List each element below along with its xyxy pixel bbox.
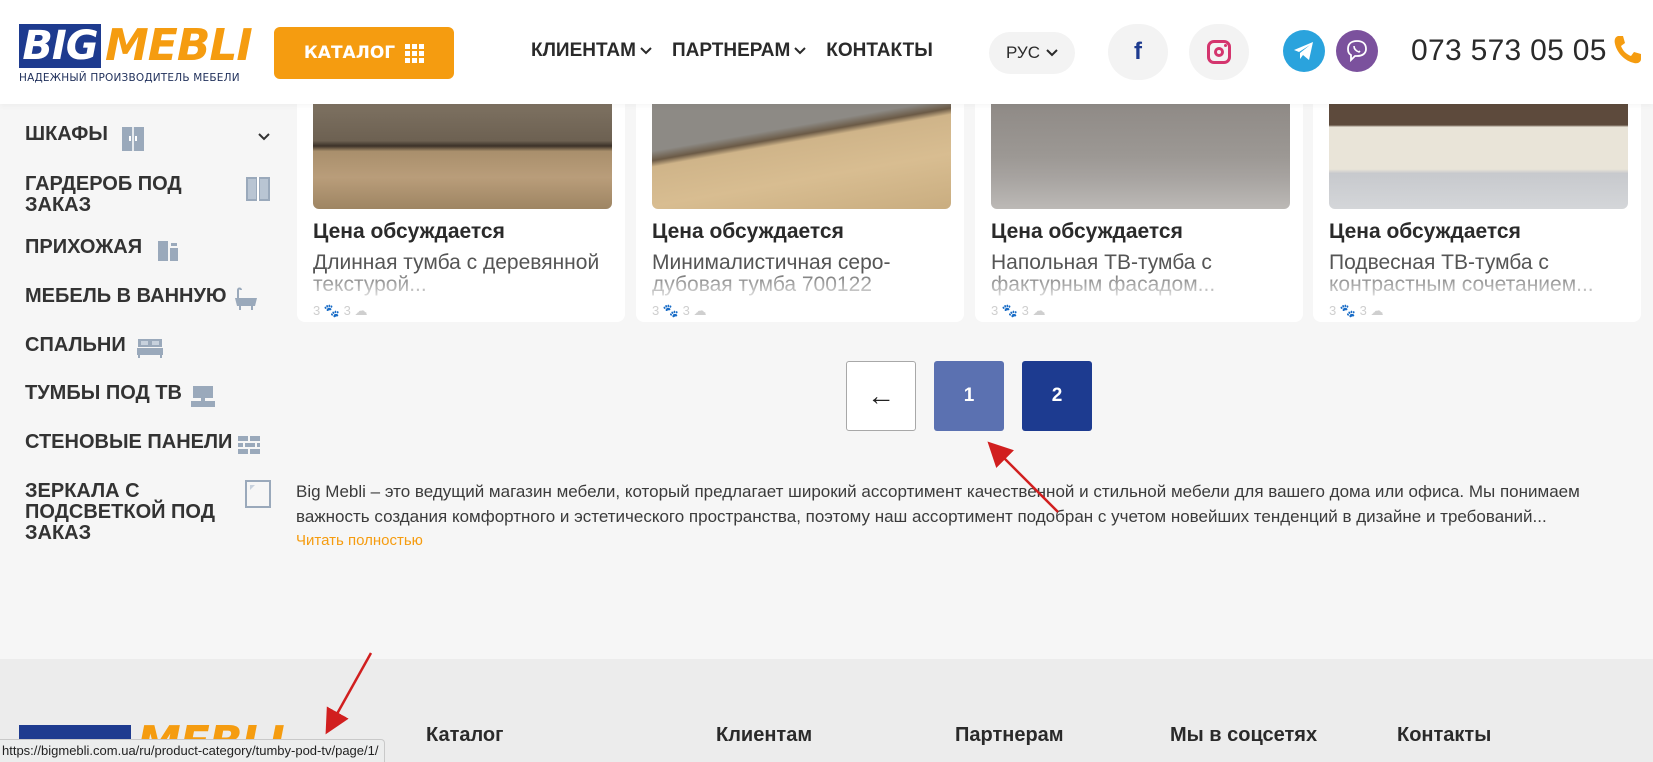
footer-heading-partners: Партнерам	[955, 724, 1064, 746]
category-description: Big Mebli – это ведущий магазин мебели, …	[296, 482, 1580, 526]
site-header: BIG MEBLI НАДЕЖНЫЙ ПРОИЗВОДИТЕЛЬ МЕБЕЛИ …	[0, 0, 1653, 104]
facebook-link[interactable]: f	[1108, 24, 1168, 80]
product-meta: 3 🐾 3 ☁	[1329, 303, 1384, 318]
sidebar-item-label: ГАРДЕРОБ ПОД ЗАКАЗ	[25, 173, 182, 216]
nav-item-clients[interactable]: КЛИЕНТАМ	[531, 40, 652, 62]
product-meta: 3 🐾 3 ☁	[313, 303, 368, 318]
logo-tagline: НАДЕЖНЫЙ ПРОИЗВОДИТЕЛЬ МЕБЕЛИ	[19, 72, 240, 84]
sidebar-item-label: МЕБЕЛЬ В ВАННУЮ	[25, 285, 227, 307]
phone-number[interactable]: 073 573 05 05	[1411, 34, 1607, 68]
product-card[interactable]: Цена обсуждается Минималистичная серо-ду…	[636, 104, 964, 322]
nav-label: КОНТАКТЫ	[826, 40, 933, 61]
instagram-icon	[1207, 40, 1231, 64]
product-meta: 3 🐾 3 ☁	[652, 303, 707, 318]
chevron-down-icon[interactable]	[258, 133, 270, 141]
bed-icon	[137, 339, 163, 358]
nav-item-contacts[interactable]: КОНТАКТЫ	[826, 40, 933, 62]
tv-stand-icon	[191, 386, 215, 407]
sidebar-item-label: ШКАФЫ	[25, 123, 108, 145]
product-image[interactable]	[991, 104, 1290, 209]
language-label: РУС	[1005, 43, 1041, 62]
product-name[interactable]: Подвесная ТВ-тумба с контрастным сочетан…	[1329, 252, 1628, 296]
grid-icon	[405, 43, 425, 63]
sidebar-item-bedrooms[interactable]: СПАЛЬНИ	[25, 335, 126, 356]
product-card[interactable]: Цена обсуждается Подвесная ТВ-тумба с ко…	[1313, 104, 1641, 322]
nav-label: ПАРТНЕРАМ	[671, 40, 791, 61]
product-meta: 3 🐾 3 ☁	[991, 303, 1046, 318]
product-image[interactable]	[1329, 104, 1628, 209]
product-name[interactable]: Минималистичная серо-дубовая тумба 70012…	[652, 252, 951, 296]
viber-icon	[1347, 40, 1367, 63]
product-price: Цена обсуждается	[991, 220, 1183, 243]
sidebar-item-label: ТУМБЫ ПОД ТВ	[25, 382, 182, 404]
wall-panel-icon	[238, 436, 260, 454]
logo-big-text: BIG	[19, 24, 101, 68]
sidebar-item-label: ПРИХОЖАЯ	[25, 236, 143, 258]
product-name[interactable]: Напольная ТВ-тумба с фактурным фасадом..…	[991, 252, 1290, 296]
logo-mebli-text: MEBLI	[105, 20, 253, 71]
catalog-label: КАТАЛОГ	[303, 43, 396, 63]
read-more-link[interactable]: Читать полностью	[296, 532, 423, 549]
bathtub-icon	[235, 287, 257, 310]
mirror-icon	[245, 480, 271, 508]
nav-label: КЛИЕНТАМ	[531, 40, 636, 61]
sidebar-item-hallway[interactable]: ПРИХОЖАЯ	[25, 237, 142, 258]
sidebar-item-label: СТЕНОВЫЕ ПАНЕЛИ	[25, 431, 233, 453]
instagram-link[interactable]	[1189, 24, 1249, 80]
product-card[interactable]: Цена обсуждается Напольная ТВ-тумба с фа…	[975, 104, 1303, 322]
sidebar-item-closet[interactable]: ГАРДЕРОБ ПОД ЗАКАЗ	[25, 174, 225, 216]
pagination-page-2[interactable]: 2	[1022, 361, 1092, 431]
nav-item-partners[interactable]: ПАРТНЕРАМ	[671, 40, 807, 62]
sidebar-item-wall-panels[interactable]: СТЕНОВЫЕ ПАНЕЛИ	[25, 432, 232, 453]
chevron-down-icon	[640, 47, 652, 55]
sidebar-item-bathroom[interactable]: МЕБЕЛЬ В ВАННУЮ	[25, 286, 227, 307]
product-price: Цена обсуждается	[1329, 220, 1521, 243]
sidebar-item-wardrobes[interactable]: ШКАФЫ	[25, 124, 108, 145]
telegram-link[interactable]	[1283, 30, 1325, 72]
catalog-button[interactable]: КАТАЛОГ	[274, 27, 454, 79]
pagination-prev-button[interactable]: ←	[846, 361, 916, 431]
facebook-icon: f	[1134, 38, 1142, 65]
hallway-icon	[158, 241, 178, 261]
product-name[interactable]: Длинная тумба с деревянной текстурой...	[313, 252, 612, 296]
product-image[interactable]	[313, 104, 612, 209]
chevron-down-icon	[794, 47, 807, 55]
product-card[interactable]: Цена обсуждается Длинная тумба с деревян…	[297, 104, 625, 322]
pagination-page-1[interactable]: 1	[934, 361, 1004, 431]
product-price: Цена обсуждается	[313, 220, 505, 243]
sidebar-item-tv-stands[interactable]: ТУМБЫ ПОД ТВ	[25, 383, 182, 404]
site-logo[interactable]: BIG MEBLI НАДЕЖНЫЙ ПРОИЗВОДИТЕЛЬ МЕБЕЛИ	[19, 20, 253, 86]
telegram-icon	[1294, 42, 1313, 60]
footer-heading-catalog: Каталог	[426, 724, 504, 746]
viber-link[interactable]	[1336, 30, 1378, 72]
main-nav: КЛИЕНТАМ ПАРТНЕРАМ КОНТАКТЫ	[531, 40, 933, 62]
sidebar-item-label: СПАЛЬНИ	[25, 334, 126, 356]
wardrobe-icon	[122, 127, 144, 151]
chevron-down-icon	[1046, 49, 1058, 57]
product-price: Цена обсуждается	[652, 220, 844, 243]
status-bar-url: https://bigmebli.com.ua/ru/product-categ…	[0, 739, 386, 762]
footer-heading-social: Мы в соцсетях	[1170, 724, 1318, 746]
sidebar-item-mirrors[interactable]: ЗЕРКАЛА С ПОДСВЕТКОЙ ПОД ЗАКАЗ	[25, 481, 235, 544]
phone-icon[interactable]	[1612, 34, 1642, 66]
footer-heading-contacts: Контакты	[1397, 724, 1492, 746]
product-image[interactable]	[652, 104, 951, 209]
footer-heading-clients: Клиентам	[716, 724, 813, 746]
sidebar-item-label: ЗЕРКАЛА С ПОДСВЕТКОЙ ПОД ЗАКАЗ	[25, 480, 215, 544]
closet-icon	[246, 177, 270, 201]
language-selector[interactable]: РУС	[989, 32, 1075, 74]
